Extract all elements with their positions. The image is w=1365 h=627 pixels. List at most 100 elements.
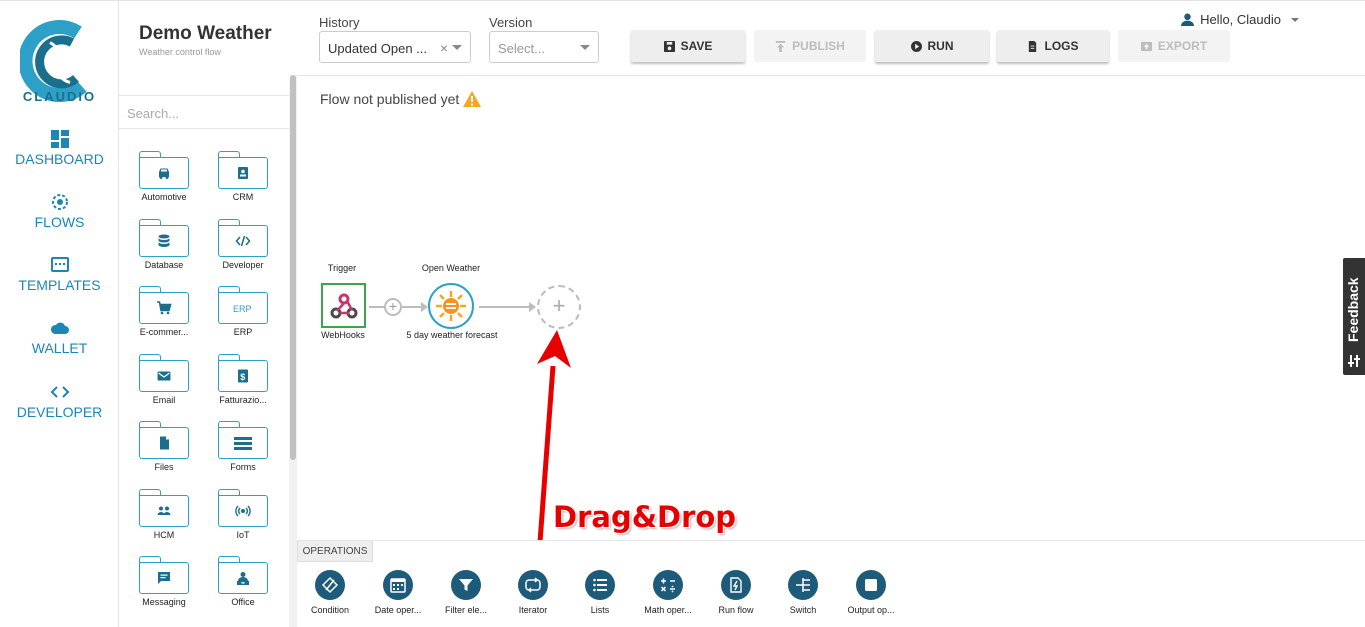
category-messaging[interactable]: Messaging — [138, 556, 190, 607]
feedback-tab[interactable]: Feedback — [1343, 258, 1365, 375]
add-step-between-button[interactable]: + — [384, 298, 402, 316]
operation-iterator[interactable]: Iterator — [501, 570, 565, 615]
category-iot[interactable]: IoT — [217, 489, 269, 540]
arrow-head-icon — [529, 302, 536, 312]
category-forms[interactable]: Forms — [217, 421, 269, 472]
nav-label-dashboard: DASHBOARD — [15, 151, 104, 167]
iterator-icon — [525, 577, 541, 593]
templates-icon — [50, 257, 69, 272]
flow-canvas[interactable]: Flow not published yet Trigger WebHooks … — [297, 75, 1365, 543]
operation-run-flow[interactable]: Run flow — [704, 570, 768, 615]
operation-label: Run flow — [718, 605, 754, 615]
user-icon — [1181, 13, 1195, 26]
category-label: Office — [231, 597, 255, 607]
operations-bar: OPERATIONS Condition Date oper... Filter… — [297, 540, 1365, 627]
version-label: Version — [489, 15, 533, 30]
export-button[interactable]: EXPORT — [1118, 30, 1230, 62]
export-label: EXPORT — [1157, 39, 1208, 53]
dashboard-icon — [50, 130, 69, 148]
history-select[interactable]: Updated Open ... × — [319, 31, 471, 63]
history-value: Updated Open ... — [328, 41, 428, 56]
warning-icon — [463, 91, 482, 107]
form-icon — [234, 437, 252, 450]
arrow-head-icon — [421, 302, 428, 312]
history-label: History — [319, 15, 360, 30]
category-crm[interactable]: CRM — [217, 151, 269, 202]
output-icon — [865, 579, 877, 591]
operation-output[interactable]: Output op... — [839, 570, 903, 615]
iot-icon — [235, 505, 251, 517]
category-developer[interactable]: Developer — [217, 219, 269, 270]
chevron-down-icon — [580, 45, 590, 50]
trigger-title: Trigger — [327, 263, 357, 273]
category-fatturazione[interactable]: $ Fatturazio... — [217, 354, 269, 405]
svg-text:$: $ — [240, 372, 245, 382]
top-header: Demo Weather Weather control flow Histor… — [119, 0, 1365, 75]
nav-item-flows[interactable]: FLOWS — [0, 192, 119, 230]
component-search-input[interactable]: Search... — [119, 95, 289, 129]
operations-tab[interactable]: OPERATIONS — [297, 541, 373, 562]
office-worker-icon — [237, 572, 249, 585]
operation-switch[interactable]: Switch — [771, 570, 835, 615]
trigger-node[interactable] — [321, 283, 366, 328]
code-icon — [50, 386, 69, 398]
operation-label: Iterator — [518, 605, 548, 615]
component-panel: Search... Automotive CRM Database Develo… — [119, 75, 297, 627]
code-icon — [235, 235, 251, 247]
trigger-name: WebHooks — [321, 330, 365, 340]
operation-condition[interactable]: Condition — [298, 570, 362, 615]
category-label: IoT — [236, 530, 250, 540]
floppy-disk-icon — [663, 40, 675, 52]
chevron-down-icon — [452, 45, 462, 50]
category-label: Files — [154, 462, 174, 472]
webhook-icon — [330, 293, 357, 318]
operation-label: Lists — [590, 605, 610, 615]
connector-line — [369, 306, 385, 308]
clear-icon[interactable]: × — [440, 40, 448, 56]
save-label: SAVE — [680, 39, 713, 53]
nav-item-wallet[interactable]: WALLET — [0, 318, 119, 356]
operation-date[interactable]: Date oper... — [366, 570, 430, 615]
category-label: Developer — [222, 260, 264, 270]
category-automotive[interactable]: Automotive — [138, 151, 190, 202]
user-greeting: Hello, Claudio — [1200, 12, 1281, 27]
nav-label-developer: DEVELOPER — [16, 404, 103, 420]
nav-item-dashboard[interactable]: DASHBOARD — [0, 129, 119, 167]
open-weather-node[interactable] — [428, 283, 474, 329]
publish-notice-text: Flow not published yet — [320, 91, 460, 107]
category-email[interactable]: Email — [138, 354, 190, 405]
list-icon — [593, 578, 607, 592]
publish-button[interactable]: PUBLISH — [754, 30, 866, 62]
flows-icon — [51, 194, 68, 210]
category-files[interactable]: Files — [138, 421, 190, 472]
panel-scrollbar-thumb[interactable] — [290, 75, 296, 460]
version-select[interactable]: Select... — [489, 31, 599, 63]
category-hcm[interactable]: HCM — [138, 489, 190, 540]
category-label: Automotive — [141, 192, 187, 202]
step-title: Open Weather — [421, 263, 481, 273]
feedback-label: Feedback — [1345, 277, 1361, 342]
cloud-icon — [50, 322, 69, 334]
run-button[interactable]: RUN — [875, 30, 989, 62]
operation-label: Switch — [789, 605, 817, 615]
category-database[interactable]: Database — [138, 219, 190, 270]
save-button[interactable]: SAVE — [631, 30, 745, 62]
category-erp[interactable]: ERP ERP — [217, 286, 269, 337]
operation-math[interactable]: Math oper... — [636, 570, 700, 615]
cart-icon — [157, 301, 172, 315]
user-menu[interactable]: Hello, Claudio — [1181, 12, 1299, 27]
page-title: Demo Weather — [139, 23, 272, 44]
nav-label-templates: TEMPLATES — [18, 277, 101, 293]
nav-item-templates[interactable]: TEMPLATES — [0, 255, 119, 293]
operation-filter[interactable]: Filter ele... — [434, 570, 498, 615]
operation-label: Filter ele... — [444, 605, 487, 615]
category-office[interactable]: Office — [217, 556, 269, 607]
category-label: Forms — [230, 462, 256, 472]
operation-lists[interactable]: Lists — [568, 570, 632, 615]
add-next-step-dropzone[interactable]: + — [537, 285, 581, 329]
nav-item-developer[interactable]: DEVELOPER — [0, 382, 119, 420]
category-ecommerce[interactable]: E-commer... — [138, 286, 190, 337]
logs-button[interactable]: LOGS — [997, 30, 1109, 62]
publish-notice: Flow not published yet — [320, 90, 482, 108]
upload-icon — [776, 40, 786, 52]
